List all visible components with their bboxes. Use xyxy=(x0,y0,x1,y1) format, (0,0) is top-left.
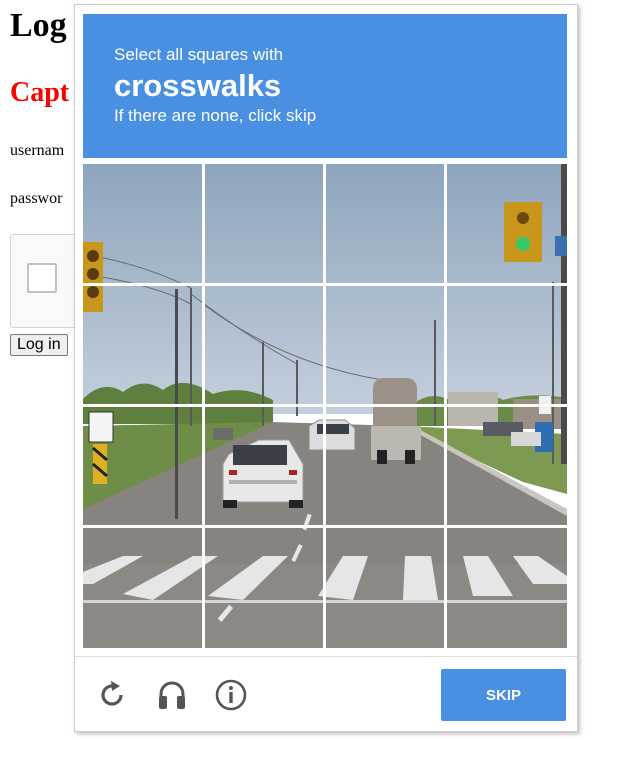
grid-tile[interactable] xyxy=(325,527,445,647)
grid-tile[interactable] xyxy=(446,164,566,284)
captcha-challenge-dialog: Select all squares with crosswalks If th… xyxy=(74,4,578,732)
grid-tile[interactable] xyxy=(446,527,566,647)
grid-tile[interactable] xyxy=(325,406,445,526)
login-button[interactable]: Log in xyxy=(10,334,68,356)
skip-hint: If there are none, click skip xyxy=(114,106,317,125)
grid-tile[interactable] xyxy=(83,406,203,526)
instruction-text: Select all squares with xyxy=(114,45,284,64)
grid-tile[interactable] xyxy=(325,285,445,405)
grid-tile[interactable] xyxy=(204,527,324,647)
grid-tile[interactable] xyxy=(83,164,203,284)
image-grid xyxy=(83,164,567,648)
skip-button[interactable]: SKIP xyxy=(441,669,566,721)
instruction-banner: Select all squares with crosswalks If th… xyxy=(83,14,567,158)
headphones-icon[interactable] xyxy=(155,678,189,712)
grid-tile[interactable] xyxy=(325,164,445,284)
grid-tile[interactable] xyxy=(83,527,203,647)
footer-divider xyxy=(75,656,577,657)
grid-tile[interactable] xyxy=(204,406,324,526)
captcha-heading: Capt xyxy=(10,77,70,108)
grid-tile[interactable] xyxy=(446,406,566,526)
page-title: Log xyxy=(10,7,67,44)
password-label: passwor xyxy=(10,190,63,207)
info-icon[interactable] xyxy=(214,678,248,712)
grid-tile[interactable] xyxy=(83,285,203,405)
captcha-checkbox[interactable] xyxy=(27,263,57,293)
grid-tile[interactable] xyxy=(446,285,566,405)
reload-icon[interactable] xyxy=(95,678,129,712)
grid-tile[interactable] xyxy=(204,285,324,405)
grid-tile[interactable] xyxy=(204,164,324,284)
target-object: crosswalks xyxy=(114,68,282,103)
username-label: usernam xyxy=(10,142,65,159)
